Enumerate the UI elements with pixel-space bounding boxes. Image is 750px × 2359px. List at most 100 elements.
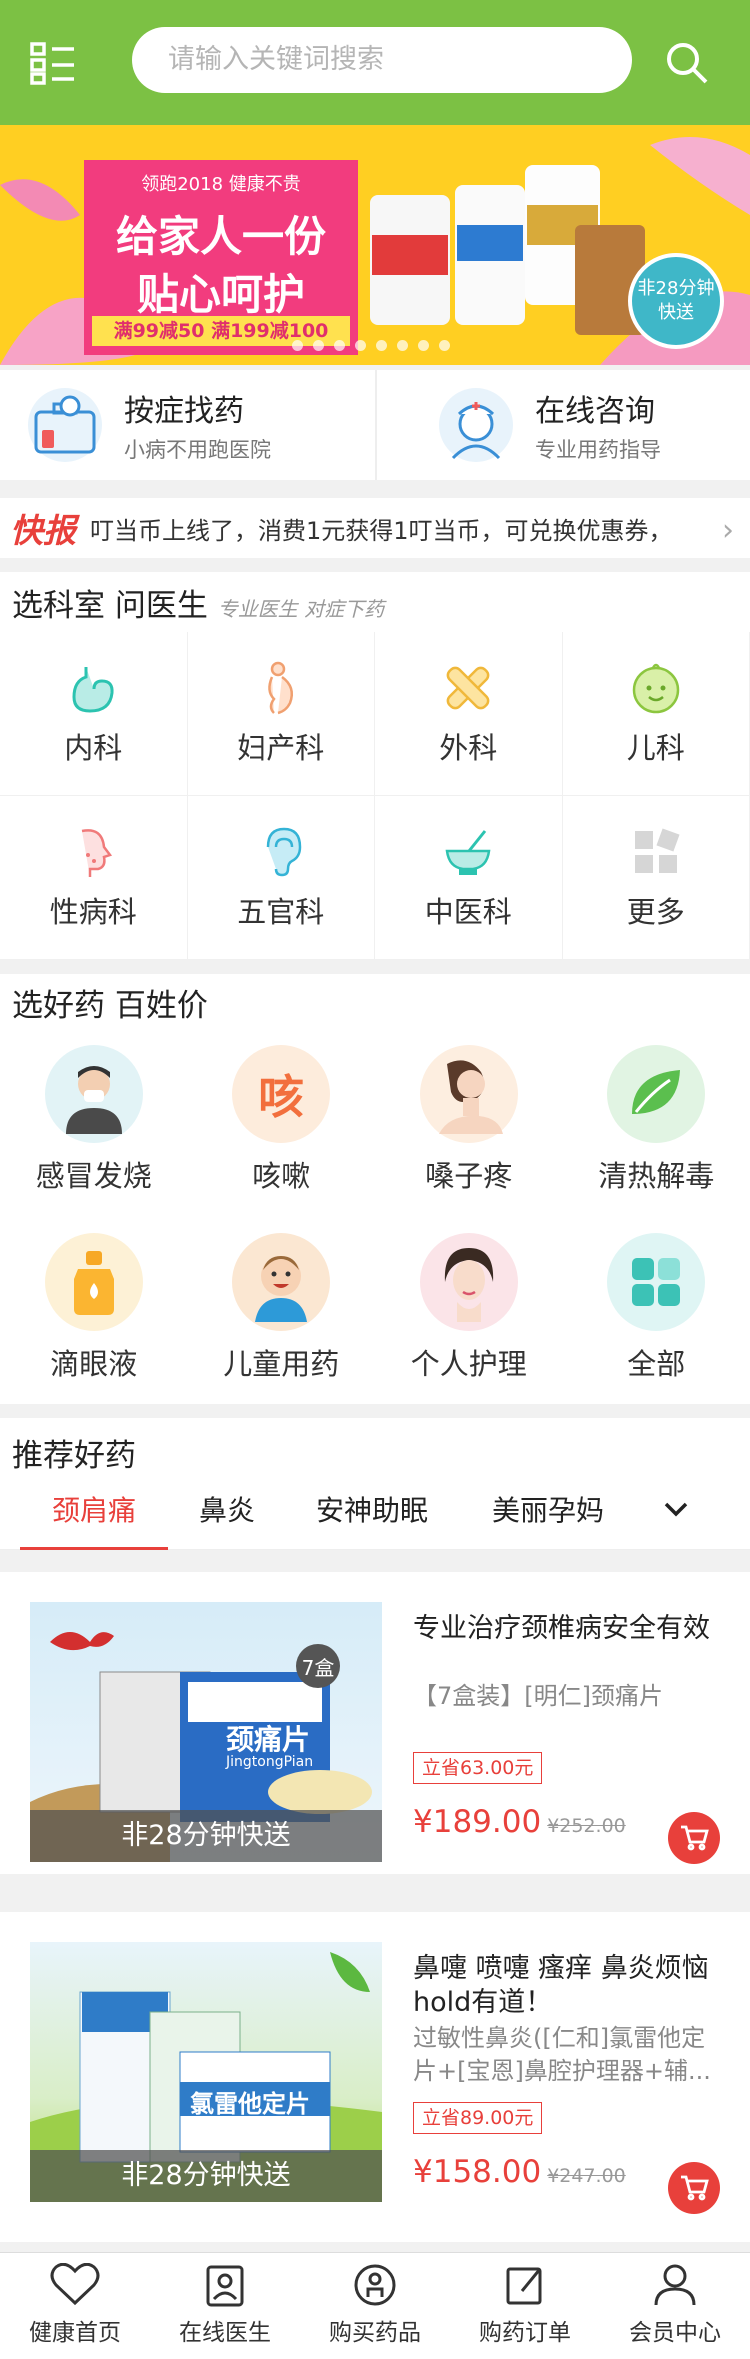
product-card[interactable]: 氯雷他定片 非28分钟快送 鼻嚏 喷嚏 瘙痒 鼻炎烦恼hold有道！ 过敏性鼻炎… [0,1912,750,2242]
quick-entries: 按症找药 小病不用跑医院 在线咨询 专业用药指导 [0,370,750,480]
carousel-dot[interactable] [313,340,324,351]
drug-label: 滴眼液 [50,1347,138,1381]
drug-cold-fever[interactable]: 感冒发烧 [0,1026,188,1214]
drug-detox[interactable]: 清热解毒 [563,1026,750,1214]
nav-label: 健康首页 [29,2320,121,2346]
product-image[interactable]: 氯雷他定片 非28分钟快送 [30,1942,382,2202]
banner-headline-box: 领跑2018 健康不贵 给家人一份 贴心呵护 满99减50 满199减100 [84,160,358,355]
dept-surgery[interactable]: 外科 [375,632,563,796]
recommend-section: 推荐好药 颈肩痛 鼻炎 安神助眠 美丽孕妈 [0,1418,750,1550]
online-consult[interactable]: 在线咨询 专业用药指导 [375,370,750,480]
tab-neck-pain[interactable]: 颈肩痛 [20,1482,168,1550]
pill-circle-icon [354,2264,396,2306]
dept-ent[interactable]: 五官科 [187,796,375,960]
badge-line1: 非28分钟 [637,278,715,299]
drug-eye-drops[interactable]: 滴眼液 [0,1214,188,1402]
all-grid-icon [607,1233,706,1331]
dept-label: 性病科 [49,894,137,929]
product-title[interactable]: 鼻嚏 喷嚏 瘙痒 鼻炎烦恼hold有道！ [413,1952,723,2020]
drug-label: 清热解毒 [598,1159,715,1193]
promo-banner[interactable]: 领跑2018 健康不贵 给家人一份 贴心呵护 满99减50 满199减100 非… [0,125,750,365]
drug-cough[interactable]: 咳 咳嗽 [188,1026,376,1214]
dept-tcm[interactable]: 中医科 [375,796,563,960]
drug-personal-care[interactable]: 个人护理 [375,1214,563,1402]
drug-label: 儿童用药 [223,1347,340,1381]
dept-internal[interactable]: 内科 [0,632,188,796]
delivery-caption: 非28分钟快送 [30,1810,382,1862]
cold-man-icon [44,1045,143,1143]
recommend-tabs: 颈肩痛 鼻炎 安神助眠 美丽孕妈 [0,1482,750,1550]
price: ¥189.00 [413,1804,542,1840]
carousel-dot[interactable] [334,340,345,351]
carousel-dot[interactable] [418,340,429,351]
pack-name: 氯雷他定片 [190,2090,310,2118]
save-badge: 立省89.00元 [413,2102,543,2134]
dept-more[interactable]: 更多 [562,796,750,960]
section-title: 选科室 问医生 专业医生 对症下药 [12,580,384,625]
news-text[interactable]: 叮当币上线了，消费1元获得1叮当币，可兑换优惠券， [90,511,730,546]
cart-icon[interactable] [668,1812,720,1864]
search-input[interactable]: 请输入关键词搜索 [132,27,632,93]
nav-orders[interactable]: 购药订单 [450,2253,600,2359]
nav-label: 购药订单 [479,2320,571,2346]
product-title[interactable]: 专业治疗颈椎病安全有效 [413,1612,723,1646]
dept-label: 中医科 [424,894,512,929]
carousel-dot[interactable] [376,340,387,351]
find-drug-by-symptom[interactable]: 按症找药 小病不用跑医院 [0,370,375,480]
carousel-dots[interactable] [292,340,450,354]
banner-line2a: 给家人一份 [115,212,326,261]
heart-icon [50,2263,100,2306]
cart-icon[interactable] [668,2162,720,2214]
chevron-right-icon[interactable]: › [722,513,734,548]
drug-children[interactable]: 儿童用药 [188,1214,376,1402]
dept-label: 更多 [626,894,685,929]
bottom-nav: 健康首页 在线医生 购买药品 购药订单 会员中心 [0,2252,750,2359]
product-price: ¥189.00 ¥252.00 [413,1804,626,1840]
dept-label: 儿科 [626,730,685,765]
section-title: 推荐好药 [12,1438,136,1474]
quick-title: 按症找药 [124,394,244,429]
tab-rhinitis[interactable]: 鼻炎 [182,1482,272,1550]
delivery-caption: 非28分钟快送 [30,2150,382,2202]
product-card[interactable]: 7盒 颈痛片 JingtongPian 非28分钟快送 专业治疗颈椎病安全有效 … [0,1572,750,1874]
pack-subtitle: JingtongPian [226,1754,314,1770]
product-image[interactable]: 7盒 颈痛片 JingtongPian 非28分钟快送 [30,1602,382,1862]
search-icon[interactable] [664,40,710,86]
tab-sleep[interactable]: 安神助眠 [302,1482,442,1550]
dept-label: 外科 [439,730,498,765]
price: ¥158.00 [413,2154,542,2190]
chevron-down-icon[interactable] [656,1482,696,1550]
dept-pediatrics[interactable]: 儿科 [562,632,750,796]
product-desc[interactable]: 过敏性鼻炎([仁和]氯雷他定片+[宝恩]鼻腔护理器+辅... [413,2022,723,2088]
nav-online-doctor[interactable]: 在线医生 [150,2253,300,2359]
tab-pregnancy[interactable]: 美丽孕妈 [478,1482,618,1550]
banner-badge: 非28分钟 快送 [628,253,724,349]
quick-subtitle: 小病不用跑医院 [124,438,271,462]
nav-member[interactable]: 会员中心 [600,2253,750,2359]
box-count-label: 7盒 [301,1656,335,1680]
drug-all[interactable]: 全部 [563,1214,750,1402]
carousel-dot[interactable] [355,340,366,351]
menu-icon[interactable] [28,40,78,86]
news-ticker[interactable]: 快报 叮当币上线了，消费1元获得1叮当币，可兑换优惠券， [0,498,750,558]
throat-icon [419,1045,518,1143]
stomach-icon [72,666,114,713]
nav-home[interactable]: 健康首页 [0,2253,150,2359]
doctor-badge-icon [206,2265,244,2307]
product-desc[interactable]: 【7盒装】[明仁]颈痛片 [413,1680,723,1713]
dept-std[interactable]: 性病科 [0,796,188,960]
nav-buy-drugs[interactable]: 购买药品 [300,2253,450,2359]
carousel-dot[interactable] [292,340,303,351]
carousel-dot[interactable] [397,340,408,351]
carousel-dot[interactable] [439,340,450,351]
eye-drop-icon [44,1233,143,1331]
pregnant-icon [267,661,293,714]
medical-kit-icon [28,388,102,462]
drug-label: 全部 [627,1347,686,1381]
dept-obstetrics[interactable]: 妇产科 [187,632,375,796]
drug-sore-throat[interactable]: 嗓子疼 [375,1026,563,1214]
nav-label: 购买药品 [329,2320,421,2346]
quick-title: 在线咨询 [535,394,655,429]
pack-name: 颈痛片 [226,1723,311,1756]
order-edit-icon [506,2267,542,2305]
